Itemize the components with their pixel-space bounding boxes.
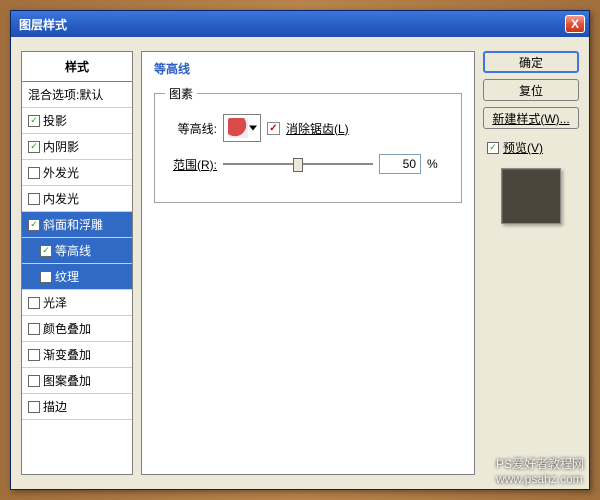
slider-thumb[interactable]	[293, 158, 303, 172]
dialog-title: 图层样式	[19, 16, 67, 33]
checkbox-icon[interactable]	[28, 323, 40, 335]
checkbox-icon[interactable]: ✓	[487, 142, 499, 154]
checkbox-icon[interactable]	[28, 297, 40, 309]
watermark: PS爱好者教程网 www.psahz.com	[496, 455, 584, 486]
close-button[interactable]: X	[565, 15, 585, 33]
checkbox-icon[interactable]	[28, 349, 40, 361]
preview-label: 预览(V)	[503, 139, 543, 156]
dialog-body: 样式 混合选项:默认 ✓投影 ✓内阴影 外发光 内发光 ✓斜面和浮雕 ✓等高线 …	[11, 37, 589, 489]
style-pattern-overlay[interactable]: 图案叠加	[22, 368, 132, 394]
style-blend-options[interactable]: 混合选项:默认	[22, 82, 132, 108]
style-texture[interactable]: 纹理	[22, 264, 132, 290]
layer-style-dialog: 图层样式 X 样式 混合选项:默认 ✓投影 ✓内阴影 外发光 内发光 ✓斜面和浮…	[10, 10, 590, 490]
checkbox-icon[interactable]	[28, 167, 40, 179]
titlebar[interactable]: 图层样式 X	[11, 11, 589, 37]
reset-button[interactable]: 复位	[483, 79, 579, 101]
style-color-overlay[interactable]: 颜色叠加	[22, 316, 132, 342]
style-stroke[interactable]: 描边	[22, 394, 132, 420]
style-inner-glow[interactable]: 内发光	[22, 186, 132, 212]
antialias-checkbox[interactable]: ✓	[267, 122, 280, 135]
style-drop-shadow[interactable]: ✓投影	[22, 108, 132, 134]
style-contour[interactable]: ✓等高线	[22, 238, 132, 264]
style-satin[interactable]: 光泽	[22, 290, 132, 316]
elements-group: 图素 等高线: ✓ 消除锯齿(L) 范围(R): %	[154, 85, 462, 203]
contour-picker[interactable]	[223, 114, 261, 142]
range-label: 范围(R):	[165, 156, 217, 173]
group-legend: 图素	[165, 85, 197, 102]
contour-row: 等高线: ✓ 消除锯齿(L)	[165, 114, 451, 142]
checkbox-icon[interactable]	[28, 375, 40, 387]
contour-label: 等高线:	[165, 120, 217, 137]
styles-header[interactable]: 样式	[22, 52, 132, 82]
new-style-button[interactable]: 新建样式(W)...	[483, 107, 579, 129]
style-inner-shadow[interactable]: ✓内阴影	[22, 134, 132, 160]
right-panel: 确定 复位 新建样式(W)... ✓ 预览(V)	[483, 51, 579, 475]
section-title: 等高线	[154, 60, 462, 77]
checkbox-icon[interactable]: ✓	[28, 115, 40, 127]
range-row: 范围(R): %	[165, 154, 451, 174]
main-panel: 等高线 图素 等高线: ✓ 消除锯齿(L) 范围(R):	[141, 51, 475, 475]
style-bevel-emboss[interactable]: ✓斜面和浮雕	[22, 212, 132, 238]
style-outer-glow[interactable]: 外发光	[22, 160, 132, 186]
checkbox-icon[interactable]: ✓	[40, 245, 52, 257]
checkbox-icon[interactable]	[28, 193, 40, 205]
range-input[interactable]	[379, 154, 421, 174]
checkbox-icon[interactable]	[40, 271, 52, 283]
checkbox-icon[interactable]	[28, 401, 40, 413]
styles-list: 样式 混合选项:默认 ✓投影 ✓内阴影 外发光 内发光 ✓斜面和浮雕 ✓等高线 …	[21, 51, 133, 475]
checkbox-icon[interactable]: ✓	[28, 141, 40, 153]
range-slider[interactable]	[223, 157, 373, 171]
checkbox-icon[interactable]: ✓	[28, 219, 40, 231]
antialias-label[interactable]: 消除锯齿(L)	[286, 120, 349, 137]
contour-swatch-icon	[228, 118, 248, 138]
preview-toggle[interactable]: ✓ 预览(V)	[483, 139, 579, 156]
style-gradient-overlay[interactable]: 渐变叠加	[22, 342, 132, 368]
range-unit: %	[427, 157, 438, 171]
preview-swatch	[501, 168, 561, 224]
ok-button[interactable]: 确定	[483, 51, 579, 73]
close-icon: X	[571, 17, 579, 31]
